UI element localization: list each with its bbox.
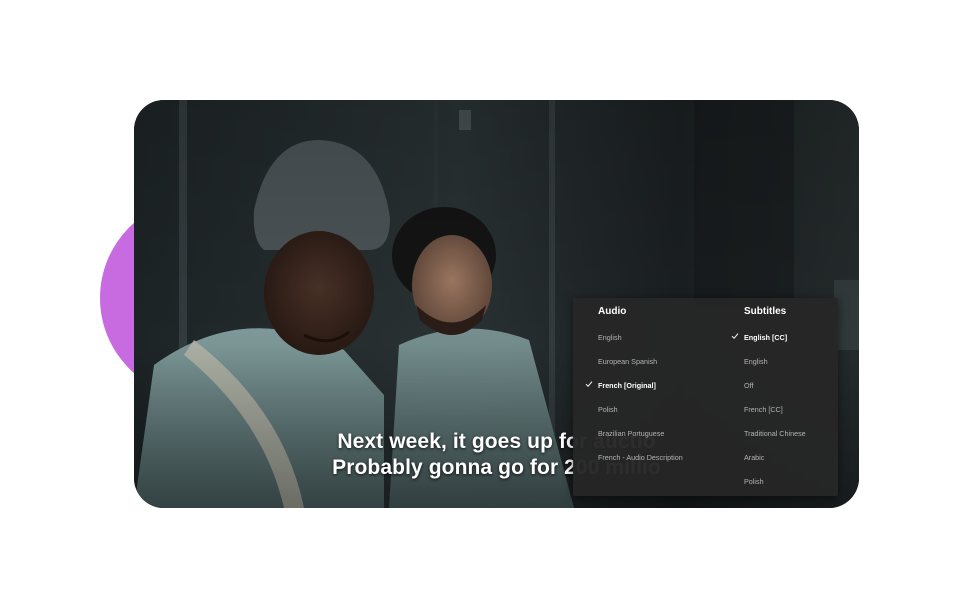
subtitle-option-english[interactable]: English [744, 357, 768, 366]
subtitle-option-label: Polish [744, 477, 764, 486]
subtitle-option-off[interactable]: Off [744, 381, 753, 390]
audio-option-label: Polish [598, 405, 618, 414]
audio-option-brazilian-portuguese[interactable]: Brazilian Portuguese [598, 429, 664, 438]
subtitle-option-polish[interactable]: Polish [744, 477, 764, 486]
audio-option-polish[interactable]: Polish [598, 405, 618, 414]
audio-option-label: French - Audio Description [598, 453, 683, 462]
subtitle-option-arabic[interactable]: Arabic [744, 453, 764, 462]
audio-option-european-spanish[interactable]: European Spanish [598, 357, 657, 366]
subtitle-option-label: Traditional Chinese [744, 429, 806, 438]
subtitle-option-label: French [CC] [744, 405, 783, 414]
audio-option-label: Brazilian Portuguese [598, 429, 665, 438]
check-icon [585, 381, 593, 388]
check-icon [731, 333, 739, 340]
audio-option-french-original[interactable]: French [Original] [585, 381, 656, 390]
subtitle-option-label: English [CC] [744, 333, 788, 342]
audio-option-label: European Spanish [598, 357, 658, 366]
audio-option-label: French [Original] [598, 381, 656, 390]
subtitle-option-label: Arabic [744, 453, 765, 462]
audio-option-english[interactable]: English [598, 333, 622, 342]
subtitle-option-label: Off [744, 381, 754, 390]
audio-subtitles-menu: Audio English European Spanish French [O… [573, 298, 838, 496]
audio-title: Audio [598, 306, 627, 317]
subtitle-option-label: English [744, 357, 768, 366]
subtitle-option-english-cc[interactable]: English [CC] [731, 333, 788, 342]
subtitles-title: Subtitles [744, 306, 787, 317]
subtitle-option-french-cc[interactable]: French [CC] [744, 405, 783, 414]
audio-option-label: English [598, 333, 622, 342]
audio-option-french-audio-description[interactable]: French - Audio Description [598, 453, 683, 462]
page-stage: Next week, it goes up for auctio Probabl… [0, 0, 960, 609]
subtitle-option-traditional-chinese[interactable]: Traditional Chinese [744, 429, 806, 438]
